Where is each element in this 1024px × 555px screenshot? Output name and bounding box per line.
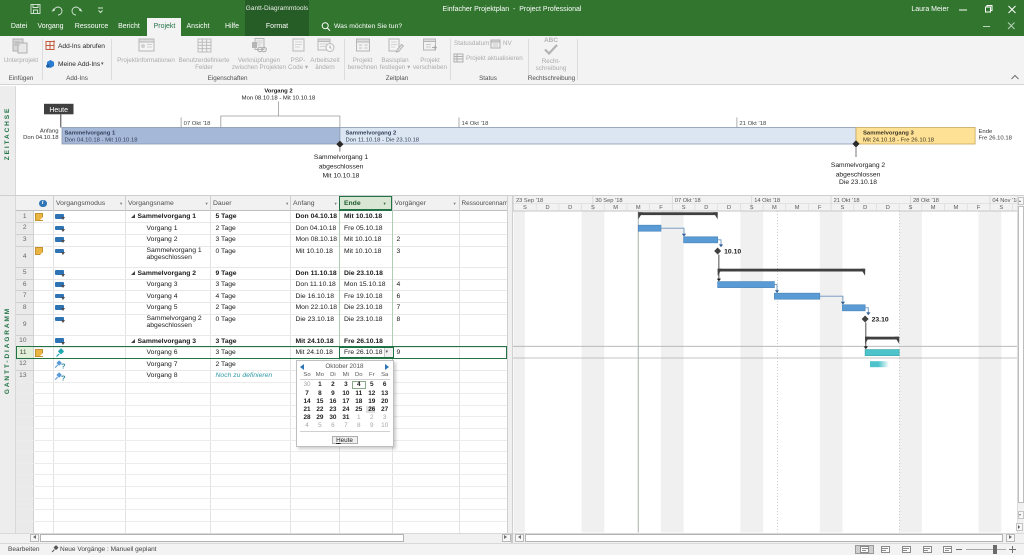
svg-text:M: M: [772, 205, 777, 211]
svg-text:S: S: [591, 205, 595, 211]
svg-text:D: D: [863, 205, 867, 211]
svg-text:Don 04.10.18 - Mit 10.10.18: Don 04.10.18 - Mit 10.10.18: [65, 137, 139, 143]
svg-text:F: F: [818, 205, 822, 211]
svg-text:23.10: 23.10: [871, 316, 888, 323]
svg-text:07 Okt ’18: 07 Okt ’18: [674, 198, 700, 204]
svg-text:M: M: [613, 205, 618, 211]
svg-text:Sammelvorgang 2: Sammelvorgang 2: [346, 130, 397, 136]
svg-text:S: S: [681, 205, 685, 211]
svg-text:07 Okt ’18: 07 Okt ’18: [184, 120, 212, 126]
svg-text:abgeschlossen: abgeschlossen: [319, 163, 364, 170]
svg-text:Vorgang 2: Vorgang 2: [264, 88, 293, 94]
svg-text:Sammelvorgang 3: Sammelvorgang 3: [863, 130, 914, 136]
svg-text:Mit 10.10.18: Mit 10.10.18: [323, 172, 360, 179]
svg-text:04 Nov ’18: 04 Nov ’18: [992, 198, 1017, 204]
svg-text:S: S: [999, 205, 1003, 211]
svg-text:Ende: Ende: [979, 128, 993, 134]
svg-text:14 Okt ’18: 14 Okt ’18: [754, 198, 780, 204]
svg-text:D: D: [885, 205, 889, 211]
svg-text:M: M: [953, 205, 958, 211]
svg-text:Don 04.10.18: Don 04.10.18: [23, 134, 59, 140]
svg-text:14 Okt ’18: 14 Okt ’18: [462, 120, 490, 126]
svg-text:M: M: [635, 205, 640, 211]
svg-text:S: S: [840, 205, 844, 211]
svg-text:10.10: 10.10: [724, 248, 741, 255]
svg-text:30 Sep ’18: 30 Sep ’18: [595, 198, 622, 204]
svg-text:Anfang: Anfang: [40, 128, 59, 134]
svg-text:F: F: [659, 205, 663, 211]
svg-text:Mon 08.10.18 - Mit 10.10.18: Mon 08.10.18 - Mit 10.10.18: [242, 95, 316, 101]
svg-text:?: ?: [61, 373, 66, 382]
svg-text:M: M: [794, 205, 799, 211]
svg-text:Fre 26.10.18: Fre 26.10.18: [979, 135, 1013, 141]
svg-text:21 Okt ’18: 21 Okt ’18: [739, 120, 767, 126]
svg-text:28 Okt ’18: 28 Okt ’18: [913, 198, 939, 204]
svg-text:D: D: [704, 205, 708, 211]
svg-text:Sammelvorgang 2: Sammelvorgang 2: [831, 162, 886, 169]
svg-text:M: M: [930, 205, 935, 211]
svg-text:Die 23.10.18: Die 23.10.18: [839, 179, 877, 186]
svg-text:abgeschlossen: abgeschlossen: [836, 171, 881, 178]
svg-text:S: S: [522, 205, 526, 211]
svg-text:21 Okt ’18: 21 Okt ’18: [833, 198, 859, 204]
svg-text:D: D: [545, 205, 549, 211]
svg-text:23 Sep ’18: 23 Sep ’18: [516, 198, 543, 204]
svg-text:D: D: [568, 205, 572, 211]
svg-text:F: F: [976, 205, 980, 211]
svg-text:Heute: Heute: [49, 106, 68, 113]
svg-text:S: S: [749, 205, 753, 211]
svg-text:Don 11.10.18 - Die 23.10.18: Don 11.10.18 - Die 23.10.18: [346, 137, 420, 143]
svg-text:S: S: [908, 205, 912, 211]
svg-text:Sammelvorgang 1: Sammelvorgang 1: [314, 154, 369, 161]
svg-text:D: D: [726, 205, 730, 211]
svg-text:Mit 24.10.18 - Fre 26.10.18: Mit 24.10.18 - Fre 26.10.18: [863, 137, 935, 143]
svg-text:Sammelvorgang 1: Sammelvorgang 1: [65, 130, 116, 136]
svg-text:?: ?: [61, 361, 66, 370]
